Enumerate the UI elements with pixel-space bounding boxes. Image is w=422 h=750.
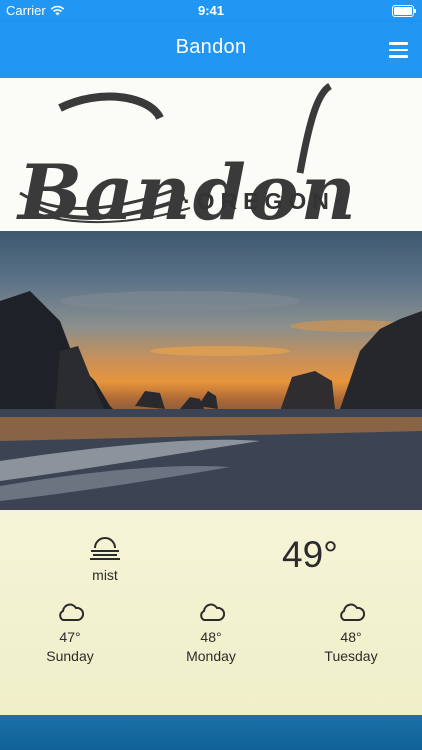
cloud-icon (59, 603, 84, 621)
forecast-day-label: Monday (186, 648, 236, 664)
status-bar: Carrier 9:41 (0, 0, 422, 22)
battery-icon (392, 5, 416, 17)
cloud-icon (340, 603, 365, 621)
forecast-temp: 48° (340, 629, 362, 645)
app-bar: Bandon (0, 22, 422, 78)
forecast-day: 47° Sunday (20, 602, 120, 664)
bandon-logo: Bandon ·OREGON· (0, 78, 422, 231)
forecast-day: 48° Monday (161, 602, 261, 664)
mist-icon (90, 537, 120, 560)
cloud-icon (200, 603, 225, 621)
forecast-day-label: Tuesday (324, 648, 378, 664)
menu-icon[interactable] (384, 36, 412, 64)
bottom-bar (0, 715, 422, 750)
status-time: 9:41 (197, 3, 225, 18)
weather-panel: mist 49° 47° Sunday 48° Monday 48° Tuesd… (0, 510, 422, 715)
sunset-beach-image (0, 291, 422, 510)
forecast-temp: 47° (59, 629, 81, 645)
hero-photo (0, 231, 422, 510)
logo-subtitle: ·OREGON· (183, 188, 349, 214)
current-condition: mist (92, 567, 118, 583)
forecast-day: 48° Tuesday (301, 602, 401, 664)
forecast-day-label: Sunday (46, 648, 94, 664)
current-temperature: 49° (282, 534, 338, 575)
forecast-temp: 48° (200, 629, 222, 645)
app-title: Bandon (175, 36, 247, 58)
